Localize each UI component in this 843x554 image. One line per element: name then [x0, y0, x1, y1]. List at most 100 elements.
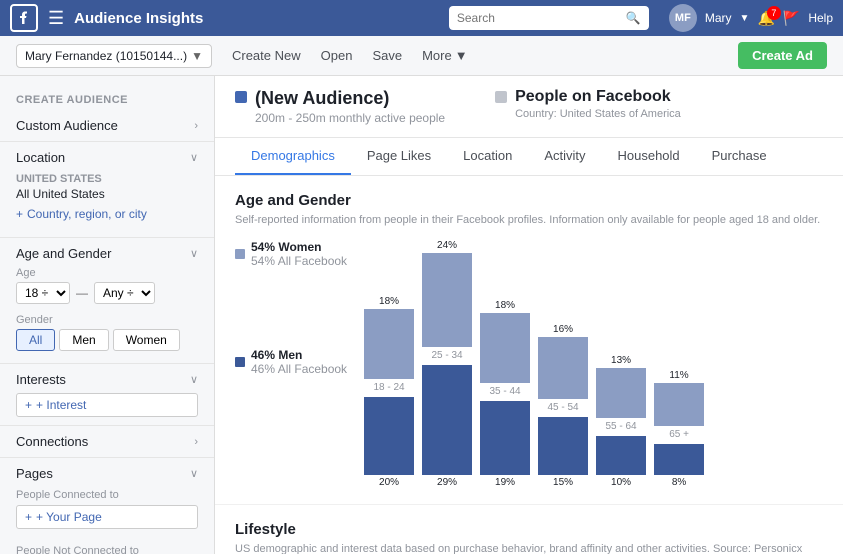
- male-bar: [538, 417, 588, 475]
- female-bar: [596, 368, 646, 418]
- age-from-select[interactable]: 18 ÷: [16, 282, 70, 304]
- facebook-color: [495, 91, 507, 103]
- sub-nav: Mary Fernandez (10150144...) ▼ Create Ne…: [0, 36, 843, 76]
- location-detail: UNITED STATES All United States + Countr…: [16, 165, 198, 229]
- sidebar-item-custom-audience[interactable]: Custom Audience ›: [0, 110, 214, 142]
- location-country: UNITED STATES: [16, 173, 198, 185]
- bar-chart: 18%18 - 2420%24%25 - 3429%18%35 - 4419% 1…: [363, 240, 823, 488]
- female-bar: [480, 313, 530, 383]
- female-bar: [538, 337, 588, 399]
- men-legend: 46% Men 46% All Facebook: [235, 348, 347, 376]
- lifestyle-title: Lifestyle: [235, 521, 823, 538]
- user-caret: ▼: [740, 13, 750, 24]
- pages-toggle[interactable]: Pages ∨: [16, 466, 198, 481]
- new-audience-block: (New Audience) 200m - 250m monthly activ…: [235, 88, 445, 125]
- location-label: Location: [16, 150, 65, 165]
- add-location-icon: +: [16, 207, 23, 221]
- connections-label: Connections: [16, 434, 88, 449]
- sidebar-interests-section: Interests ∨ + + Interest: [0, 364, 214, 426]
- women-legend: 54% Women 54% All Facebook: [235, 240, 347, 268]
- age-gender-chevron: ∨: [190, 247, 198, 260]
- sidebar: CREATE AUDIENCE Custom Audience › Locati…: [0, 76, 215, 554]
- age-to-select[interactable]: Any ÷: [94, 282, 155, 304]
- age-field-label: Age: [16, 267, 198, 279]
- female-bar: [654, 383, 704, 426]
- women-sub: 54% All Facebook: [251, 254, 347, 268]
- create-ad-btn[interactable]: Create Ad: [738, 42, 827, 69]
- tab-purchase[interactable]: Purchase: [696, 138, 783, 175]
- gender-all-btn[interactable]: All: [16, 329, 55, 351]
- location-value: All United States: [16, 187, 198, 201]
- avatar[interactable]: MF: [669, 4, 697, 32]
- age-gender-toggle[interactable]: Age and Gender ∨: [16, 246, 198, 261]
- create-new-btn[interactable]: Create New: [232, 44, 301, 67]
- notifications-btn[interactable]: 🔔 7: [757, 10, 774, 27]
- location-toggle[interactable]: Location ∨: [16, 150, 198, 165]
- facebook-info: People on Facebook Country: United State…: [515, 88, 681, 120]
- search-bar[interactable]: 🔍: [449, 6, 649, 30]
- new-audience-info: (New Audience) 200m - 250m monthly activ…: [255, 88, 445, 125]
- chart-group: 11%65 +8%: [653, 370, 705, 488]
- pages-label: Pages: [16, 466, 53, 481]
- interests-label: Interests: [16, 372, 66, 387]
- add-location-label: Country, region, or city: [27, 207, 147, 221]
- open-btn[interactable]: Open: [321, 44, 353, 67]
- new-audience-color: [235, 91, 247, 103]
- male-bar: [364, 397, 414, 475]
- create-audience-title: CREATE AUDIENCE: [0, 86, 214, 110]
- more-caret: ▼: [455, 48, 468, 63]
- interests-toggle[interactable]: Interests ∨: [16, 372, 198, 387]
- facebook-country: Country: United States of America: [515, 108, 681, 120]
- gender-men-btn[interactable]: Men: [59, 329, 108, 351]
- demographics-desc: Self-reported information from people in…: [235, 213, 823, 228]
- men-legend-text: 46% Men 46% All Facebook: [251, 348, 347, 376]
- women-pct: 54% Women: [251, 240, 347, 254]
- account-selector[interactable]: Mary Fernandez (10150144...) ▼: [16, 44, 212, 68]
- connected-page-btn[interactable]: + + Your Page: [16, 505, 198, 529]
- age-gender-label: Age and Gender: [16, 246, 111, 261]
- save-btn[interactable]: Save: [372, 44, 402, 67]
- flag-btn[interactable]: 🚩: [783, 10, 800, 27]
- add-interest-btn[interactable]: + + Interest: [16, 393, 198, 417]
- age-dash: —: [76, 286, 88, 300]
- add-location-btn[interactable]: + Country, region, or city: [16, 207, 198, 221]
- men-sub: 46% All Facebook: [251, 362, 347, 376]
- age-inputs: 18 ÷ — Any ÷: [16, 282, 198, 304]
- sidebar-connections-section[interactable]: Connections ›: [0, 426, 214, 458]
- help-link[interactable]: Help: [808, 11, 833, 25]
- male-bar: [654, 444, 704, 475]
- search-input[interactable]: [457, 11, 626, 25]
- age-row: Age 18 ÷ — Any ÷: [16, 261, 198, 310]
- location-chevron: ∨: [190, 151, 198, 164]
- new-audience-name: (New Audience): [255, 88, 445, 109]
- facebook-audience-block: People on Facebook Country: United State…: [495, 88, 681, 120]
- tab-location[interactable]: Location: [447, 138, 528, 175]
- demographics-title: Age and Gender: [235, 192, 823, 209]
- tab-household[interactable]: Household: [601, 138, 695, 175]
- app-title: Audience Insights: [74, 10, 203, 27]
- sidebar-age-gender-section: Age and Gender ∨ Age 18 ÷ — Any ÷ Gender: [0, 238, 214, 364]
- chart-group: 18%18 - 2420%: [363, 296, 415, 488]
- connected-page-label: + Your Page: [36, 510, 102, 524]
- gender-field-label: Gender: [16, 314, 198, 326]
- tab-demographics[interactable]: Demographics: [235, 138, 351, 175]
- top-nav: ☰ Audience Insights 🔍 MF Mary ▼ 🔔 7 🚩 He…: [0, 0, 843, 36]
- gender-women-btn[interactable]: Women: [113, 329, 180, 351]
- account-caret: ▼: [191, 49, 203, 63]
- audience-header: (New Audience) 200m - 250m monthly activ…: [215, 76, 843, 138]
- sidebar-location-section: Location ∨ UNITED STATES All United Stat…: [0, 142, 214, 238]
- male-bar: [422, 365, 472, 475]
- interests-chevron: ∨: [190, 373, 198, 386]
- new-audience-size: 200m - 250m monthly active people: [255, 111, 445, 125]
- tab-activity[interactable]: Activity: [528, 138, 601, 175]
- chart-group: 18%35 - 4419%: [479, 300, 531, 488]
- menu-icon[interactable]: ☰: [48, 8, 64, 29]
- demographics-section: Age and Gender Self-reported information…: [215, 176, 843, 505]
- custom-audience-chevron: ›: [194, 120, 198, 132]
- chart-group: 24%25 - 3429%: [421, 240, 473, 488]
- lifestyle-section: Lifestyle US demographic and interest da…: [215, 505, 843, 554]
- tab-page-likes[interactable]: Page Likes: [351, 138, 447, 175]
- account-name: Mary Fernandez (10150144...): [25, 49, 187, 63]
- chart-group: 13%55 - 6410%: [595, 355, 647, 488]
- more-dropdown[interactable]: More ▼: [422, 48, 468, 63]
